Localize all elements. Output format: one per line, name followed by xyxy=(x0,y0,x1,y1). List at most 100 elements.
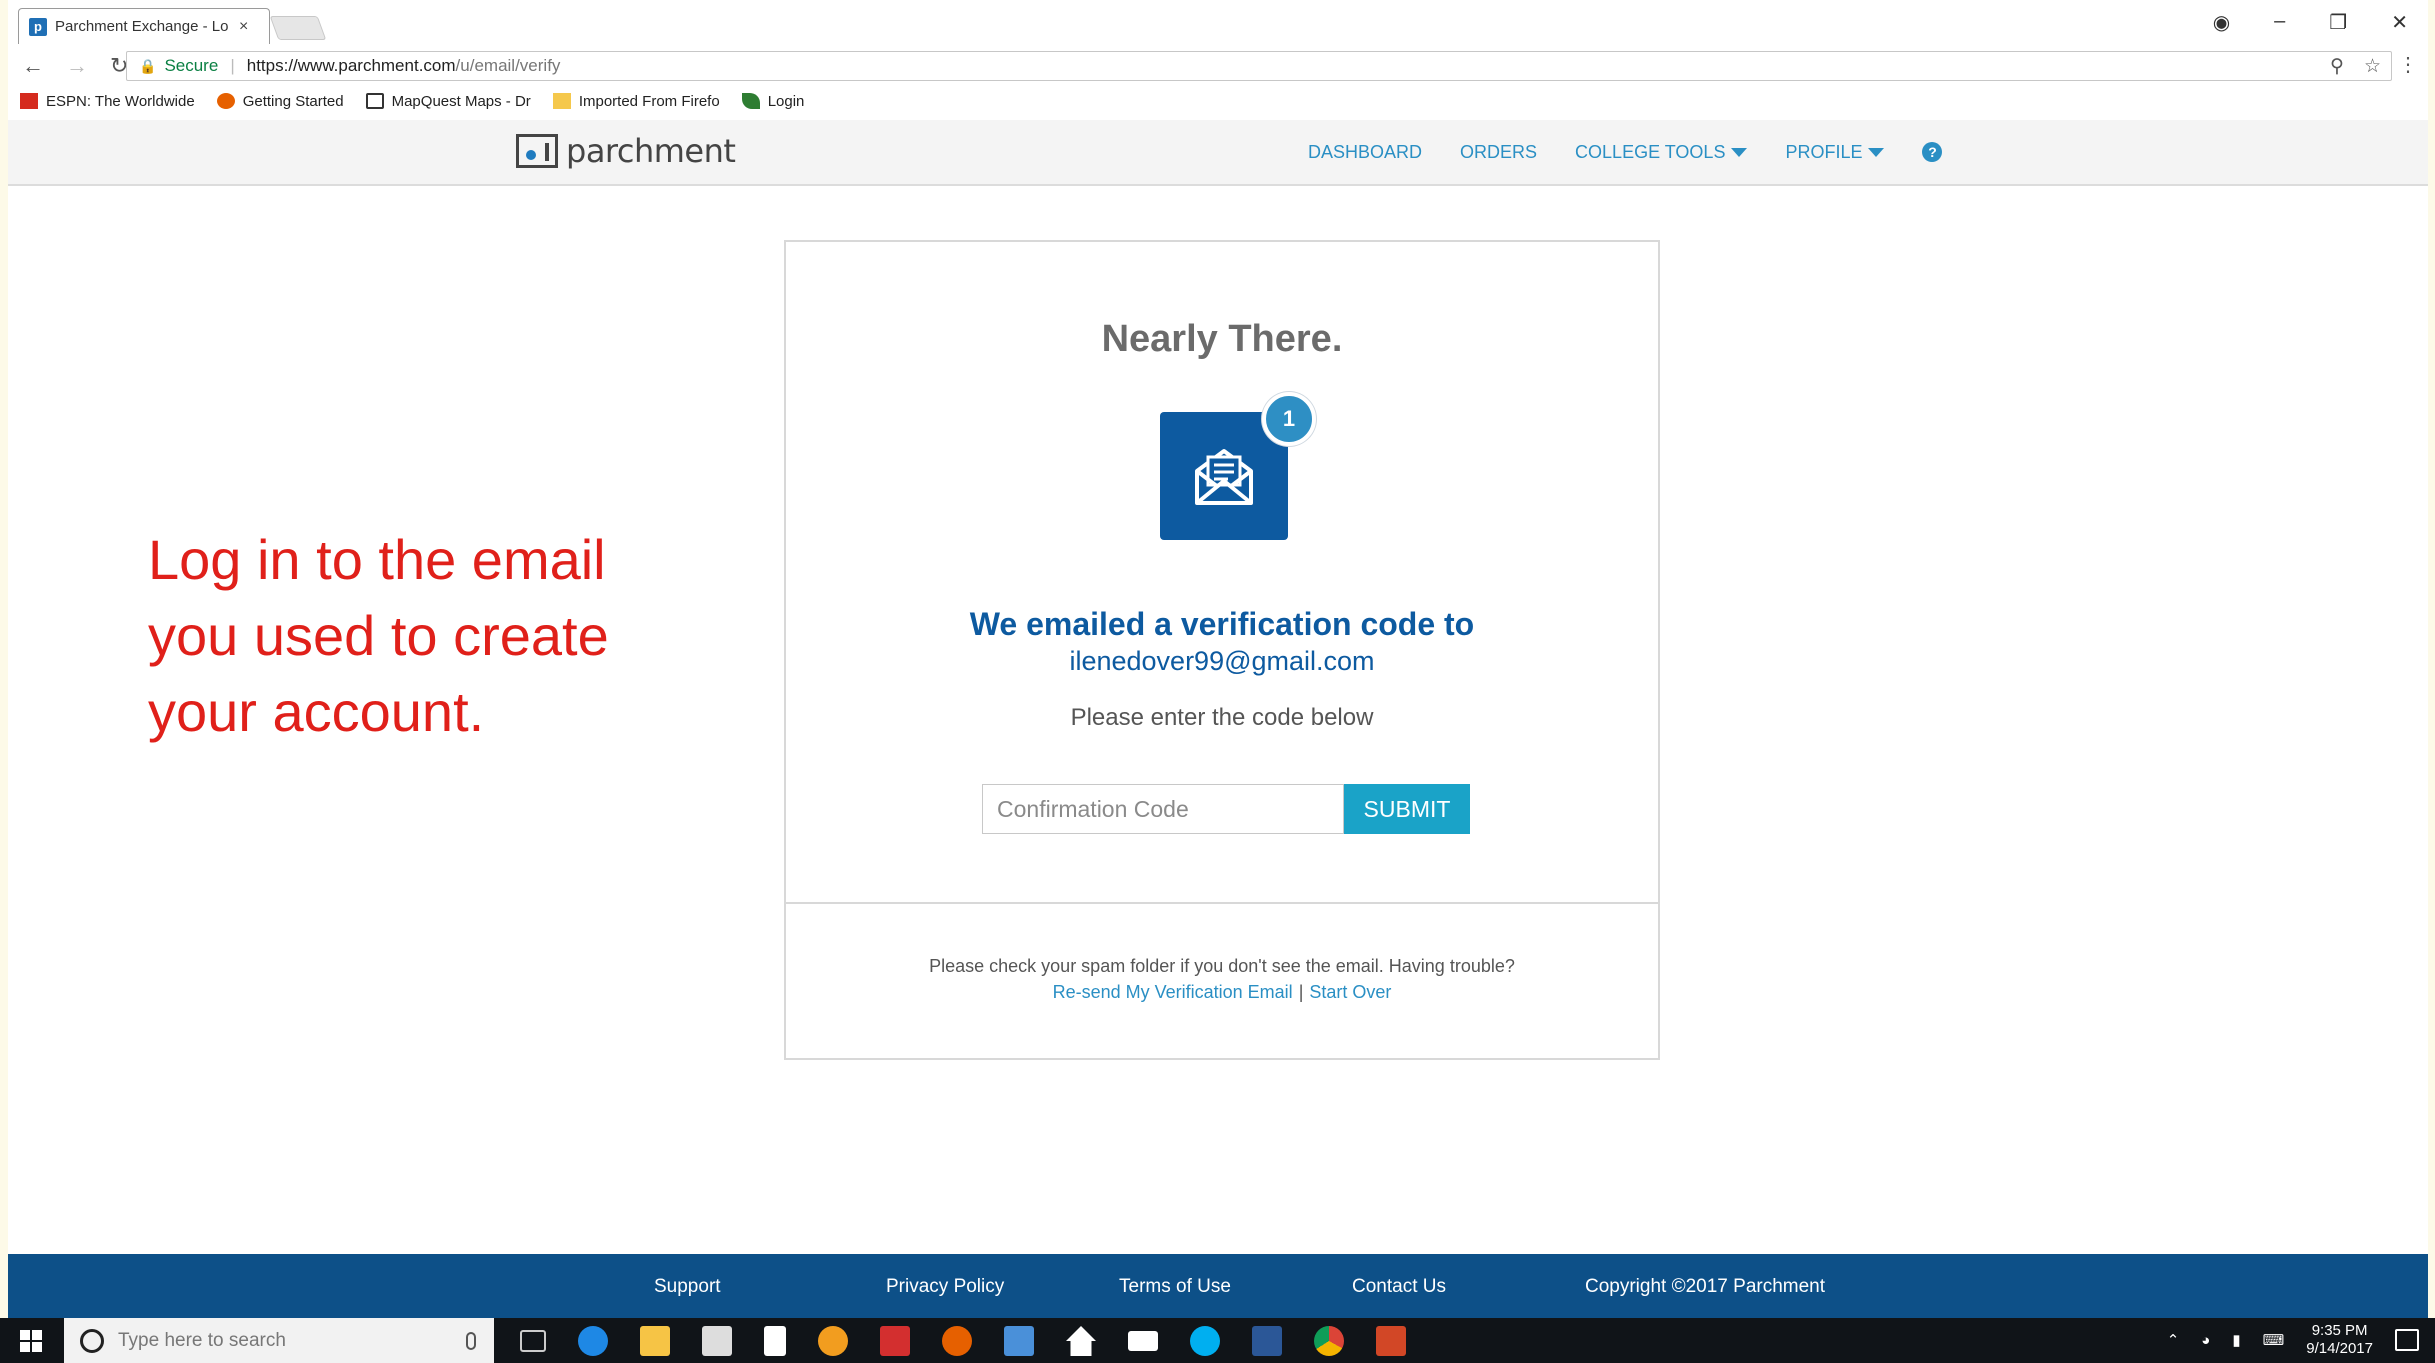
forward-icon[interactable]: → xyxy=(66,53,88,79)
key-icon[interactable]: ⚲ xyxy=(2330,55,2344,78)
nav-college-tools[interactable]: COLLEGE TOOLS xyxy=(1575,142,1748,163)
taskbar-clock[interactable]: 9:35 PM 9/14/2017 xyxy=(2306,1322,2373,1358)
nav-profile[interactable]: PROFILE xyxy=(1785,142,1885,163)
windows-taskbar: Type here to search ⌃ ◕ ▮ ⌨ 9:35 PM 9/14… xyxy=(0,1318,2435,1363)
folder-icon xyxy=(552,93,571,109)
site-footer: Support Privacy Policy Terms of Use Cont… xyxy=(8,1254,2428,1318)
battery-icon[interactable]: ▮ xyxy=(2232,1331,2240,1349)
nav-orders[interactable]: ORDERS xyxy=(1460,142,1537,163)
bookmark-label: Login xyxy=(767,92,805,110)
bookmark-star-icon[interactable]: ☆ xyxy=(2364,55,2381,78)
parchment-favicon-icon: p xyxy=(29,17,47,36)
resend-verification-link[interactable]: Re-send My Verification Email xyxy=(1053,982,1293,1002)
verification-card: Nearly There. 1 We emailed a verificatio… xyxy=(784,240,1660,1060)
email-address: ilenedover99@gmail.com xyxy=(1069,646,1375,676)
windows-start-icon[interactable] xyxy=(20,1330,42,1352)
tab-strip: p Parchment Exchange - Lo × ◉ – ❐ ✕ xyxy=(8,0,2428,46)
bookmark-getting-started[interactable]: Getting Started xyxy=(216,92,344,110)
address-bar-actions: ⚲ ☆ xyxy=(2330,55,2381,78)
browser-window: p Parchment Exchange - Lo × ◉ – ❐ ✕ ← → … xyxy=(8,0,2428,1363)
card-main-section: Nearly There. 1 We emailed a verificatio… xyxy=(786,242,1658,904)
new-tab-button[interactable] xyxy=(269,16,327,40)
nav-dashboard[interactable]: DASHBOARD xyxy=(1308,142,1422,163)
confirmation-code-input[interactable] xyxy=(982,784,1344,834)
leaf-icon xyxy=(741,93,760,109)
window-controls: ◉ – ❐ ✕ xyxy=(2213,10,2408,35)
help-icon[interactable]: ? xyxy=(1922,142,1943,162)
top-nav: DASHBOARD ORDERS COLLEGE TOOLS PROFILE ? xyxy=(1308,142,1943,163)
footer-terms-link[interactable]: Terms of Use xyxy=(1119,1276,1352,1298)
store-icon[interactable] xyxy=(702,1326,732,1356)
parchment-logo[interactable]: parchment xyxy=(516,132,736,170)
home-icon[interactable] xyxy=(1066,1326,1096,1356)
footer-privacy-link[interactable]: Privacy Policy xyxy=(886,1276,1119,1298)
taskbar-search-placeholder: Type here to search xyxy=(118,1329,286,1351)
keyboard-icon[interactable]: ⌨ xyxy=(2263,1331,2285,1349)
skype-icon[interactable] xyxy=(1190,1326,1220,1356)
bookmark-imported-folder[interactable]: Imported From Firefo xyxy=(552,92,720,110)
account-icon[interactable]: ◉ xyxy=(2213,10,2230,35)
chrome-icon[interactable] xyxy=(1314,1326,1344,1356)
map-icon xyxy=(365,93,384,109)
action-center-icon[interactable] xyxy=(2395,1329,2419,1351)
back-icon[interactable]: ← xyxy=(22,53,44,79)
file-explorer-icon[interactable] xyxy=(640,1326,670,1356)
address-bar[interactable]: 🔒 Secure | https://www.parchment.com /u/… xyxy=(126,51,2392,81)
word-icon[interactable] xyxy=(1252,1326,1282,1356)
firefox-icon xyxy=(216,93,235,109)
bookmarks-bar: ESPN: The Worldwide Getting Started MapQ… xyxy=(8,88,804,114)
footer-support-link[interactable]: Support xyxy=(654,1276,886,1298)
address-separator: | xyxy=(230,56,235,75)
bookmark-label: Getting Started xyxy=(242,92,344,110)
clock-time: 9:35 PM xyxy=(2311,1322,2368,1339)
site-header: parchment DASHBOARD ORDERS COLLEGE TOOLS… xyxy=(8,120,2428,186)
notification-badge: 1 xyxy=(1262,392,1316,446)
bookmark-mapquest[interactable]: MapQuest Maps - Dr xyxy=(365,93,531,110)
close-window-icon[interactable]: ✕ xyxy=(2391,10,2408,35)
taskbar-search-box[interactable]: Type here to search xyxy=(64,1318,494,1363)
lock-icon: 🔒 xyxy=(139,57,157,74)
bookmark-label: Imported From Firefo xyxy=(578,92,720,110)
tab-title: Parchment Exchange - Lo xyxy=(55,18,229,35)
parchment-logo-icon xyxy=(516,134,558,168)
tab-close-icon[interactable]: × xyxy=(239,18,248,36)
clock-date: 9/14/2017 xyxy=(2306,1340,2373,1357)
url-path: /u/email/verify xyxy=(455,56,561,75)
emailed-heading: We emailed a verification code to xyxy=(969,606,1475,642)
code-instruction: Please enter the code below xyxy=(1070,704,1374,731)
browser-tab[interactable]: p Parchment Exchange - Lo × xyxy=(18,8,270,44)
instruction-note: Log in to the email you used to create y… xyxy=(148,528,609,743)
powerpoint-icon[interactable] xyxy=(1376,1326,1406,1356)
nav-profile-label: PROFILE xyxy=(1785,142,1863,162)
start-over-link[interactable]: Start Over xyxy=(1309,982,1391,1002)
system-tray: ⌃ ◕ ▮ ⌨ 9:35 PM 9/14/2017 xyxy=(2167,1322,2419,1358)
adobe-icon[interactable] xyxy=(880,1326,910,1356)
headphones-icon[interactable] xyxy=(818,1326,848,1356)
wifi-icon[interactable]: ◕ xyxy=(2201,1332,2210,1349)
logo-text: parchment xyxy=(566,132,736,170)
mail-icon[interactable] xyxy=(1128,1331,1158,1351)
notepad-icon[interactable] xyxy=(764,1326,786,1356)
bookmark-label: ESPN: The Worldwide xyxy=(46,92,195,110)
browser-menu-icon[interactable]: ⋮ xyxy=(2398,52,2418,77)
secure-label: Secure xyxy=(164,56,219,75)
footer-contact-link[interactable]: Contact Us xyxy=(1352,1276,1585,1298)
url-host: https://www.parchment.com xyxy=(246,56,456,75)
help-links: Re-send My Verification Email | Start Over xyxy=(786,982,1658,1003)
nav-college-tools-label: COLLEGE TOOLS xyxy=(1575,142,1726,162)
taskbar-pinned-apps xyxy=(520,1326,1406,1356)
task-view-icon[interactable] xyxy=(520,1330,546,1352)
firefox-taskbar-icon[interactable] xyxy=(942,1326,972,1356)
edge-icon[interactable] xyxy=(578,1326,608,1356)
minimize-icon[interactable]: – xyxy=(2274,10,2285,35)
submit-button[interactable]: SUBMIT xyxy=(1344,784,1470,834)
microphone-icon[interactable] xyxy=(466,1331,476,1350)
tray-expand-icon[interactable]: ⌃ xyxy=(2167,1331,2180,1349)
caret-down-icon xyxy=(1731,148,1748,157)
footer-copyright: Copyright ©2017 Parchment xyxy=(1585,1276,1826,1297)
address-row: ← → ↻ 🔒 Secure | https://www.parchment.c… xyxy=(8,46,2428,86)
restore-icon[interactable]: ❐ xyxy=(2329,10,2347,35)
computer-icon[interactable] xyxy=(1004,1326,1034,1356)
bookmark-login[interactable]: Login xyxy=(741,92,805,110)
bookmark-espn[interactable]: ESPN: The Worldwide xyxy=(20,93,195,110)
